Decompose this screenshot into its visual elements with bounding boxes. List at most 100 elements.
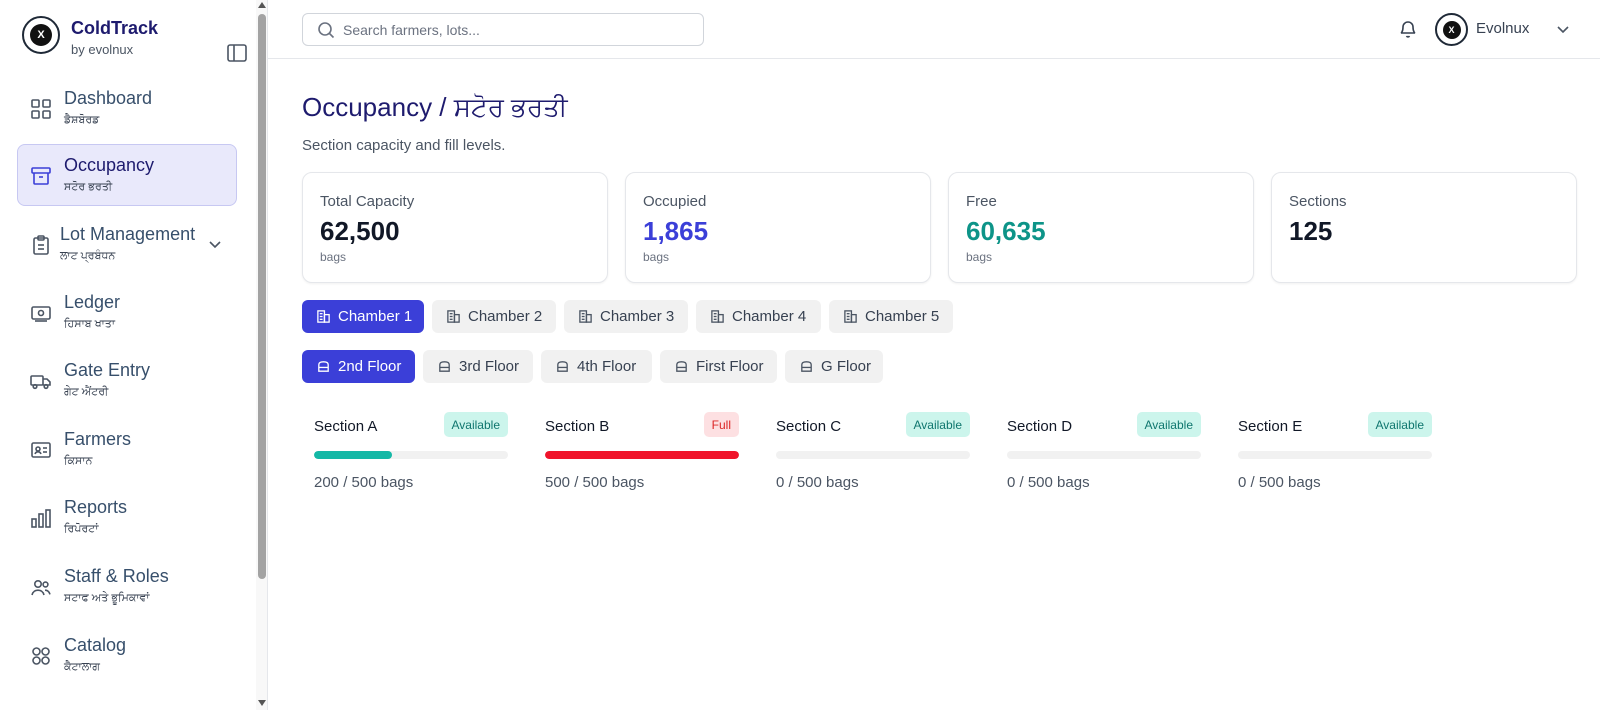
- chamber-tab-5[interactable]: Chamber 5: [829, 300, 953, 333]
- section-count: 0 / 500 bags: [776, 474, 859, 491]
- floor-tab-label: G Floor: [821, 358, 872, 375]
- section-card[interactable]: Section D Available 0 / 500 bags: [1007, 408, 1201, 498]
- section-card[interactable]: Section B Full 500 / 500 bags: [545, 408, 739, 498]
- section-name: Section D: [1007, 418, 1073, 435]
- fill-track: [545, 451, 739, 459]
- sidebar-item-sublabel: ਰਿਪੋਰਟਾਂ: [64, 523, 99, 535]
- section-name: Section A: [314, 418, 378, 435]
- floor-tab-label: 4th Floor: [577, 358, 637, 375]
- stat-card-total-capacity: Total Capacity 62,500 bags: [302, 172, 608, 283]
- brand-subtitle: by evolnux: [71, 42, 134, 57]
- chamber-tab-3[interactable]: Chamber 3: [564, 300, 688, 333]
- building-icon: [579, 310, 592, 323]
- section-count: 0 / 500 bags: [1238, 474, 1321, 491]
- clipboard-icon: [33, 235, 49, 255]
- section-name: Section C: [776, 418, 842, 435]
- logo-mark: X: [30, 24, 52, 46]
- chevron-down-icon[interactable]: [1556, 23, 1570, 37]
- sidebar-item-staff-roles[interactable]: Staff & Roles ਸਟਾਫ ਅਤੇ ਭੂਮਿਕਾਵਾਂ: [17, 555, 237, 617]
- stat-label: Occupied: [643, 193, 707, 210]
- stat-value: 1,865: [643, 216, 709, 246]
- sidebar-item-sublabel: ਸਟੋਰ ਭਰਤੀ: [64, 181, 113, 193]
- sidebar-item-label: Gate Entry: [64, 360, 151, 380]
- sidebar-item-occupancy[interactable]: Occupancy ਸਟੋਰ ਭਰਤੀ: [17, 144, 237, 206]
- sidebar-item-label: Staff & Roles: [64, 566, 169, 586]
- sidebar: X ColdTrack by evolnux Dashboard ਡੈਸ਼ਬੋਰ…: [0, 0, 268, 710]
- fill-bar: [314, 451, 392, 459]
- sidebar-item-label: Farmers: [64, 429, 131, 449]
- chamber-tab-label: Chamber 4: [732, 308, 807, 325]
- sidebar-item-sublabel: ਲਾਟ ਪ੍ਰਬੰਧਨ: [60, 250, 116, 262]
- status-badge: Full: [703, 412, 739, 437]
- floor-tab-5[interactable]: G Floor: [785, 350, 883, 383]
- chamber-tab-4[interactable]: Chamber 4: [696, 300, 821, 333]
- bar-chart-icon: [31, 509, 51, 528]
- avatar-mark: X: [1442, 20, 1461, 39]
- chamber-tab-2[interactable]: Chamber 2: [432, 300, 556, 333]
- section-name: Section E: [1238, 418, 1303, 435]
- stat-value: 125: [1289, 216, 1333, 246]
- stat-card-occupied: Occupied 1,865 bags: [625, 172, 931, 283]
- chamber-tab-1[interactable]: Chamber 1: [302, 300, 424, 333]
- user-avatar[interactable]: X: [1435, 13, 1468, 46]
- sidebar-item-label: Dashboard: [64, 88, 153, 108]
- section-count: 200 / 500 bags: [314, 474, 414, 491]
- scroll-up-arrow[interactable]: [258, 2, 266, 8]
- section-card[interactable]: Section C Available 0 / 500 bags: [776, 408, 970, 498]
- sidebar-item-reports[interactable]: Reports ਰਿਪੋਰਟਾਂ: [17, 486, 237, 548]
- section-card[interactable]: Section E Available 0 / 500 bags: [1238, 408, 1432, 498]
- layers-icon: [318, 361, 329, 372]
- page-title: Occupancy / ਸਟੋਰ ਭਰਤੀ: [302, 92, 568, 122]
- sidebar-item-lot-management[interactable]: Lot Management ਲਾਟ ਪ੍ਰਬੰਧਨ: [17, 213, 237, 275]
- fill-track: [1007, 451, 1201, 459]
- brand-name: ColdTrack: [71, 18, 159, 38]
- sidebar-item-label: Occupancy: [64, 155, 155, 175]
- scroll-down-arrow[interactable]: [258, 700, 266, 706]
- banknote-icon: [31, 306, 51, 322]
- fill-track: [776, 451, 970, 459]
- stat-label: Free: [966, 193, 997, 210]
- truck-icon: [30, 375, 51, 390]
- search-input[interactable]: [343, 14, 693, 45]
- sidebar-item-ledger[interactable]: Ledger ਹਿਸਾਬ ਖਾਤਾ: [17, 281, 237, 343]
- sidebar-item-gate-entry[interactable]: Gate Entry ਗੇਟ ਐਂਟਰੀ: [17, 349, 237, 411]
- status-badge: Available: [443, 412, 508, 437]
- floor-tab-label: First Floor: [696, 358, 764, 375]
- sidebar-item-label: Ledger: [64, 292, 121, 312]
- bell-icon[interactable]: [1398, 19, 1418, 39]
- sidebar-toggle-icon[interactable]: [227, 44, 247, 62]
- users-icon: [31, 580, 51, 596]
- sidebar-item-catalog[interactable]: Catalog ਕੈਟਾਲਾਗ: [17, 624, 237, 686]
- floor-tab-4[interactable]: First Floor: [660, 350, 777, 383]
- top-header: X Evolnux: [268, 0, 1600, 59]
- grid-circles-icon: [32, 647, 50, 665]
- section-card[interactable]: Section A Available 200 / 500 bags: [314, 408, 508, 498]
- status-badge: Available: [1367, 412, 1432, 437]
- sidebar-item-farmers[interactable]: Farmers ਕਿਸਾਨ: [17, 418, 237, 480]
- fill-track: [314, 451, 508, 459]
- layers-icon: [676, 361, 687, 372]
- layers-icon: [557, 361, 568, 372]
- floor-tab-1[interactable]: 2nd Floor: [302, 350, 415, 383]
- stat-card-sections: Sections 125: [1271, 172, 1577, 283]
- user-name[interactable]: Evolnux: [1476, 20, 1529, 37]
- building-icon: [317, 310, 330, 323]
- sidebar-item-sublabel: ਕੈਟਾਲਾਗ: [64, 661, 100, 673]
- brand[interactable]: X ColdTrack by evolnux: [22, 16, 247, 62]
- scroll-thumb[interactable]: [258, 14, 266, 579]
- sidebar-item-sublabel: ਗੇਟ ਐਂਟਰੀ: [64, 386, 109, 398]
- grid-icon: [31, 99, 51, 119]
- search-box[interactable]: [302, 13, 704, 46]
- layers-icon: [801, 361, 812, 372]
- chevron-down-icon[interactable]: [208, 238, 222, 252]
- section-count: 500 / 500 bags: [545, 474, 645, 491]
- chamber-tab-label: Chamber 1: [338, 308, 413, 325]
- sidebar-scrollbar[interactable]: [256, 0, 267, 710]
- sidebar-item-sublabel: ਹਿਸਾਬ ਖਾਤਾ: [64, 318, 115, 330]
- floor-tab-2[interactable]: 3rd Floor: [423, 350, 533, 383]
- floor-tab-3[interactable]: 4th Floor: [541, 350, 652, 383]
- stat-label: Total Capacity: [320, 193, 415, 210]
- sidebar-item-dashboard[interactable]: Dashboard ਡੈਸ਼ਬੋਰਡ: [17, 77, 237, 139]
- id-card-icon: [31, 442, 51, 458]
- stat-unit: bags: [643, 250, 670, 264]
